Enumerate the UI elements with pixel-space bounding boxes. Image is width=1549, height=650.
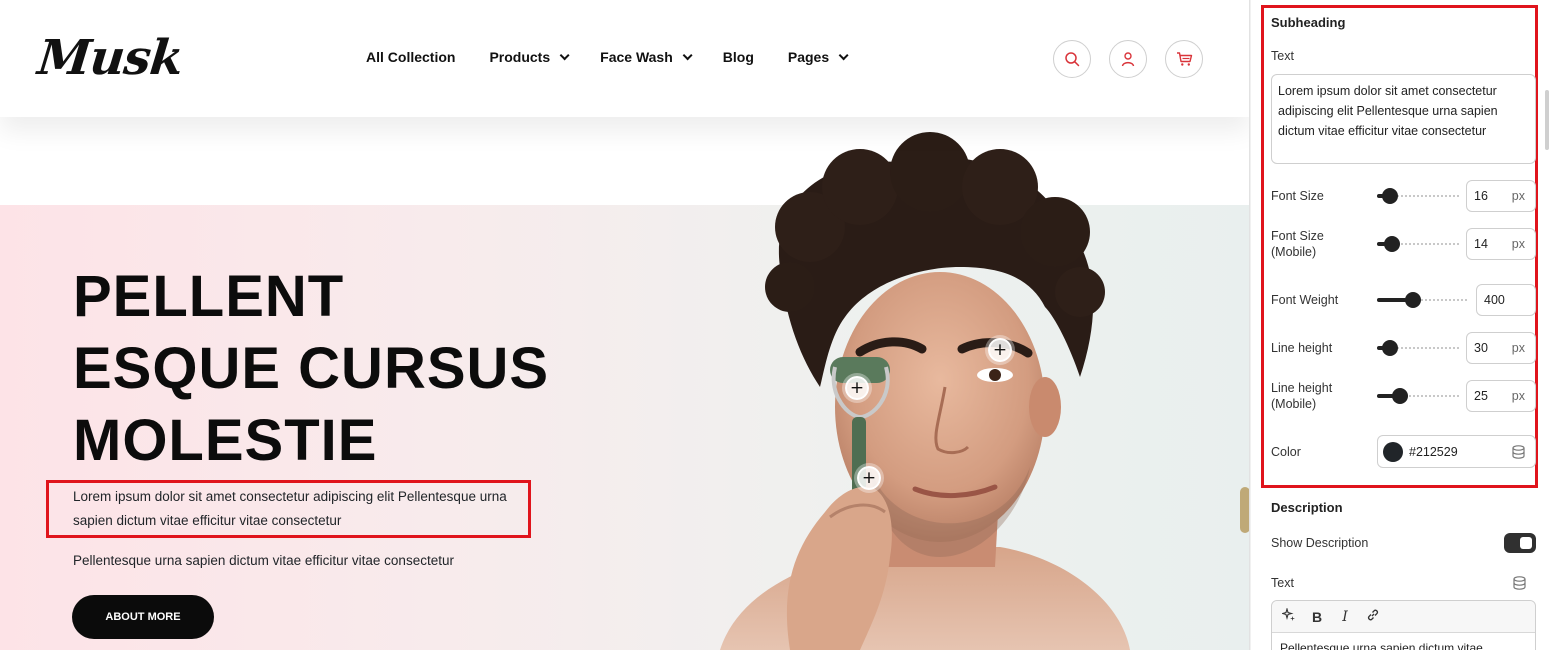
nav-label: Pages bbox=[787, 49, 830, 65]
italic-button[interactable]: I bbox=[1338, 609, 1352, 625]
line-height-slider[interactable] bbox=[1377, 340, 1459, 356]
unit-label: px bbox=[1511, 389, 1525, 403]
line-height-mobile-label: Line height bbox=[1271, 381, 1333, 395]
product-hotspot[interactable]: + bbox=[845, 376, 869, 400]
hero-heading: PELLENT ESQUE CURSUS MOLESTIE bbox=[73, 261, 573, 477]
chevron-down-icon bbox=[838, 49, 849, 60]
nav-label: Blog bbox=[722, 49, 754, 65]
font-size-mobile-label-suffix: (Mobile) bbox=[1271, 245, 1317, 259]
description-section-title: Description bbox=[1271, 500, 1343, 515]
preview-scrollbar-thumb[interactable] bbox=[1240, 487, 1249, 533]
store-logo[interactable]: Musk bbox=[35, 30, 185, 86]
toggle-knob bbox=[1520, 537, 1532, 549]
account-button[interactable] bbox=[1109, 40, 1147, 78]
font-size-input[interactable]: 16 px bbox=[1466, 180, 1536, 212]
chevron-down-icon bbox=[559, 49, 570, 60]
unit-label: px bbox=[1511, 341, 1525, 355]
settings-panel: Subheading Text Lorem ipsum dolor sit am… bbox=[1251, 0, 1549, 650]
header-icons bbox=[1053, 40, 1203, 78]
product-hotspot[interactable]: + bbox=[857, 466, 881, 490]
hero-heading-line: ESQUE CURSUS bbox=[73, 336, 550, 401]
selected-element-highlight bbox=[46, 480, 531, 538]
description-rich-text-editor[interactable]: B I Pellentesque urna sapien dictum vita… bbox=[1271, 600, 1536, 650]
slider-fill bbox=[1377, 298, 1407, 302]
about-more-button[interactable]: ABOUT MORE bbox=[72, 595, 214, 639]
font-size-label: Font Size bbox=[1271, 189, 1324, 203]
font-size-value: 16 bbox=[1474, 189, 1488, 203]
line-height-mobile-input[interactable]: 25 px bbox=[1466, 380, 1536, 412]
nav-face-wash[interactable]: Face Wash bbox=[600, 49, 693, 65]
line-height-mobile-value: 25 bbox=[1474, 389, 1488, 403]
nav-pages[interactable]: Pages bbox=[787, 49, 849, 65]
font-weight-slider[interactable] bbox=[1377, 292, 1469, 308]
unit-label: px bbox=[1511, 237, 1525, 251]
unit-label: px bbox=[1511, 189, 1525, 203]
hero-banner: + + + PELLENT ESQUE CURSUS MOLESTIE Lore… bbox=[0, 117, 1249, 650]
search-button[interactable] bbox=[1053, 40, 1091, 78]
color-picker[interactable]: #212529 bbox=[1377, 435, 1536, 468]
text-label: Text bbox=[1271, 49, 1294, 63]
nav-label: All Collection bbox=[366, 49, 456, 65]
ai-sparkle-icon[interactable] bbox=[1280, 606, 1296, 625]
database-icon[interactable] bbox=[1512, 445, 1525, 459]
color-swatch[interactable] bbox=[1383, 441, 1403, 462]
site-header: Musk All Collection Products Face Wash B… bbox=[0, 0, 1249, 117]
nav-products[interactable]: Products bbox=[489, 49, 570, 65]
font-weight-label: Font Weight bbox=[1271, 293, 1339, 307]
search-icon bbox=[1065, 52, 1080, 67]
slider-knob[interactable] bbox=[1405, 292, 1421, 308]
line-height-mobile-slider[interactable] bbox=[1377, 388, 1459, 404]
cart-button[interactable] bbox=[1165, 40, 1203, 78]
slider-knob[interactable] bbox=[1382, 340, 1398, 356]
line-height-input[interactable]: 30 px bbox=[1466, 332, 1536, 364]
font-size-mobile-label: Font Size bbox=[1271, 229, 1324, 243]
main-nav: All Collection Products Face Wash Blog P… bbox=[366, 49, 879, 65]
color-value: #212529 bbox=[1409, 444, 1458, 459]
slider-knob[interactable] bbox=[1384, 236, 1400, 252]
font-size-mobile-value: 14 bbox=[1474, 237, 1488, 251]
description-text-content[interactable]: Pellentesque urna sapien dictum vitae bbox=[1272, 633, 1535, 650]
link-icon[interactable] bbox=[1366, 608, 1380, 625]
nav-blog[interactable]: Blog bbox=[723, 49, 754, 65]
database-icon[interactable] bbox=[1513, 576, 1526, 590]
nav-label: Products bbox=[489, 49, 551, 65]
cart-icon bbox=[1176, 52, 1192, 66]
font-size-mobile-slider[interactable] bbox=[1377, 236, 1459, 252]
hero-description: Pellentesque urna sapien dictum vitae ef… bbox=[73, 553, 454, 568]
line-height-mobile-label-suffix: (Mobile) bbox=[1271, 397, 1317, 411]
font-weight-value: 400 bbox=[1484, 293, 1505, 307]
user-icon bbox=[1121, 52, 1135, 67]
slider-knob[interactable] bbox=[1382, 188, 1398, 204]
font-size-mobile-input[interactable]: 14 px bbox=[1466, 228, 1536, 260]
line-height-label: Line height bbox=[1271, 341, 1333, 355]
panel-scrollbar[interactable] bbox=[1545, 90, 1549, 150]
description-text-label: Text bbox=[1271, 576, 1294, 590]
store-preview: Musk All Collection Products Face Wash B… bbox=[0, 0, 1250, 650]
show-description-label: Show Description bbox=[1271, 536, 1369, 550]
hero-heading-line: PELLENT bbox=[73, 264, 345, 329]
color-label: Color bbox=[1271, 445, 1301, 459]
subheading-text-input[interactable]: Lorem ipsum dolor sit amet consectetur a… bbox=[1271, 74, 1536, 164]
bold-button[interactable]: B bbox=[1310, 609, 1324, 625]
rte-toolbar: B I bbox=[1272, 601, 1535, 633]
line-height-value: 30 bbox=[1474, 341, 1488, 355]
slider-knob[interactable] bbox=[1392, 388, 1408, 404]
font-weight-input[interactable]: 400 bbox=[1476, 284, 1536, 316]
font-size-slider[interactable] bbox=[1377, 188, 1459, 204]
chevron-down-icon bbox=[682, 49, 693, 60]
show-description-toggle[interactable] bbox=[1504, 533, 1536, 553]
hero-model-image bbox=[720, 132, 1130, 650]
subheading-section-title: Subheading bbox=[1271, 15, 1346, 30]
nav-all-collection[interactable]: All Collection bbox=[366, 49, 455, 65]
nav-label: Face Wash bbox=[600, 49, 673, 65]
product-hotspot[interactable]: + bbox=[988, 338, 1012, 362]
hero-heading-line: MOLESTIE bbox=[73, 408, 378, 473]
